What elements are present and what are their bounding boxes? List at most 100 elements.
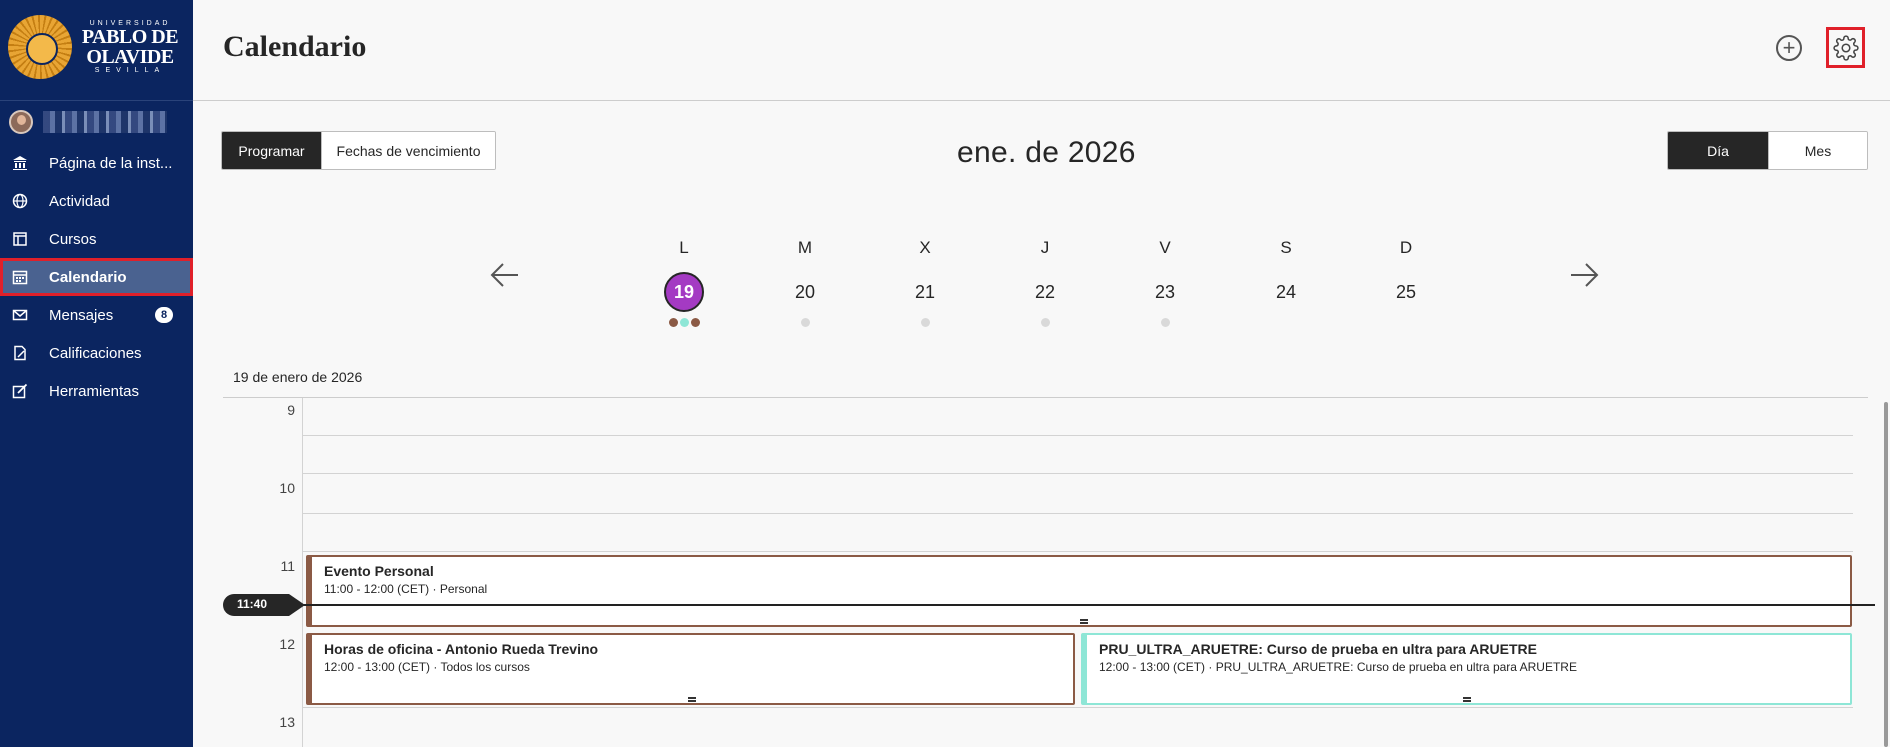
sidebar: UNIVERSIDAD PABLO DE OLAVIDE SEVILLA Pág… (0, 0, 193, 747)
tab-fechas-vencimiento[interactable]: Fechas de vencimiento (321, 132, 495, 169)
hour-label: 9 (287, 402, 295, 418)
logo-emblem (8, 15, 72, 79)
event-dot (679, 318, 689, 327)
hour-label: 12 (279, 636, 295, 652)
sidebar-item-grades[interactable]: Calificaciones (0, 334, 193, 372)
sidebar-item-label: Herramientas (49, 382, 140, 400)
day-thursday[interactable]: J 22 (1015, 238, 1075, 328)
hour-line (303, 473, 1853, 474)
institution-icon (12, 155, 28, 171)
day-letter: X (919, 238, 931, 257)
resize-handle-icon[interactable] (688, 697, 696, 702)
selected-date-heading: 19 de enero de 2026 (233, 369, 363, 385)
university-logo[interactable]: UNIVERSIDAD PABLO DE OLAVIDE SEVILLA (8, 14, 184, 80)
calendar-settings-button[interactable] (1826, 27, 1865, 68)
tab-programar[interactable]: Programar (222, 132, 321, 169)
day-number: 23 (1154, 282, 1176, 302)
hour-line (303, 707, 1853, 708)
resize-handle-icon[interactable] (1080, 619, 1088, 624)
sidebar-nav: Página de la inst... Actividad Cursos Ca… (0, 144, 193, 410)
scrollbar[interactable] (1884, 402, 1888, 747)
day-number: 20 (794, 282, 816, 302)
event-dot (1040, 318, 1050, 327)
messages-count-badge: 8 (155, 307, 173, 323)
logo-bottom-text: SEVILLA (94, 67, 166, 74)
event-dot (800, 318, 810, 327)
event-details: 12:00 - 13:00 (CET) · Todos los cursos (324, 660, 530, 674)
event-dot (1160, 318, 1170, 327)
view-range-toggle: Día Mes (1667, 131, 1868, 170)
half-hour-line (303, 513, 1853, 514)
calendar-icon (12, 269, 28, 285)
sidebar-item-label: Calendario (49, 268, 127, 286)
day-timeline: 9 10 11 12 13 Evento Personal 11:00 - 12… (223, 398, 1875, 747)
sidebar-item-calendar[interactable]: Calendario (0, 258, 193, 296)
add-event-button[interactable]: + (1776, 35, 1802, 61)
courses-icon (12, 231, 28, 247)
user-profile[interactable] (9, 110, 167, 134)
gear-icon (1832, 34, 1859, 61)
sidebar-item-activity[interactable]: Actividad (0, 182, 193, 220)
event-dots (895, 318, 955, 328)
day-monday[interactable]: L 19 (654, 238, 714, 328)
sidebar-item-tools[interactable]: Herramientas (0, 372, 193, 410)
day-saturday[interactable]: S 24 (1256, 238, 1316, 328)
sidebar-item-label: Cursos (49, 230, 97, 248)
sidebar-item-label: Actividad (49, 192, 110, 210)
event-details: 11:00 - 12:00 (CET) · Personal (324, 582, 488, 596)
view-type-toggle: Programar Fechas de vencimiento (221, 131, 496, 170)
hour-line (303, 551, 1853, 552)
day-letter: J (1040, 238, 1050, 257)
previous-week-button[interactable] (490, 262, 520, 292)
event-dot (668, 318, 678, 327)
day-number: 24 (1275, 282, 1297, 302)
event-details: 12:00 - 13:00 (CET) · PRU_ULTRA_ARUETRE:… (1099, 660, 1577, 674)
event-card-course[interactable]: PRU_ULTRA_ARUETRE: Curso de prueba en ul… (1081, 633, 1852, 705)
event-dots (1376, 318, 1436, 328)
day-letter: S (1280, 238, 1292, 257)
event-dots (1135, 318, 1195, 328)
event-dots (775, 318, 835, 328)
sidebar-item-label: Mensajes (49, 306, 114, 324)
day-sunday[interactable]: D 25 (1376, 238, 1436, 328)
event-card-personal[interactable]: Evento Personal 11:00 - 12:00 (CET) · Pe… (306, 555, 1852, 627)
next-week-button[interactable] (1569, 262, 1599, 292)
sidebar-item-courses[interactable]: Cursos (0, 220, 193, 258)
current-time-label: 11:40 (237, 597, 268, 611)
sidebar-item-institution[interactable]: Página de la inst... (0, 144, 193, 182)
day-tuesday[interactable]: M 20 (775, 238, 835, 328)
current-time-line (303, 604, 1875, 606)
event-title: Evento Personal (324, 563, 434, 579)
resize-handle-icon[interactable] (1463, 697, 1471, 702)
day-letter: V (1159, 238, 1171, 257)
logo-main-text: PABLO DE OLAVIDE (81, 26, 179, 68)
sidebar-item-messages[interactable]: Mensajes 8 (0, 296, 193, 334)
day-number: 22 (1034, 282, 1056, 302)
event-dot (920, 318, 930, 327)
avatar (9, 110, 33, 134)
event-title: PRU_ULTRA_ARUETRE: Curso de prueba en ul… (1099, 641, 1537, 657)
timeline-axis (302, 398, 303, 747)
day-number: 21 (914, 282, 936, 302)
arrow-right-icon (1571, 263, 1599, 287)
event-dots (1015, 318, 1075, 328)
mail-icon (12, 307, 28, 323)
sidebar-item-label: Página de la inst... (49, 154, 173, 172)
day-letter: D (1399, 238, 1413, 257)
hour-label: 11 (280, 558, 295, 574)
logo-wordmark: UNIVERSIDAD PABLO DE OLAVIDE SEVILLA (80, 20, 180, 74)
tab-dia[interactable]: Día (1668, 132, 1768, 169)
day-letter: L (679, 238, 689, 257)
hour-label: 13 (279, 714, 295, 730)
page-header: Calendario + (193, 0, 1890, 101)
globe-icon (12, 193, 28, 209)
sidebar-divider (0, 100, 193, 101)
tab-mes[interactable]: Mes (1768, 132, 1867, 169)
tools-icon (12, 383, 28, 399)
event-card-office-hours[interactable]: Horas de oficina - Antonio Rueda Trevino… (306, 633, 1075, 705)
user-name-redacted (43, 111, 167, 133)
day-wednesday[interactable]: X 21 (895, 238, 955, 328)
day-number: 25 (1395, 282, 1417, 302)
day-friday[interactable]: V 23 (1135, 238, 1195, 328)
hour-label: 10 (279, 480, 295, 496)
